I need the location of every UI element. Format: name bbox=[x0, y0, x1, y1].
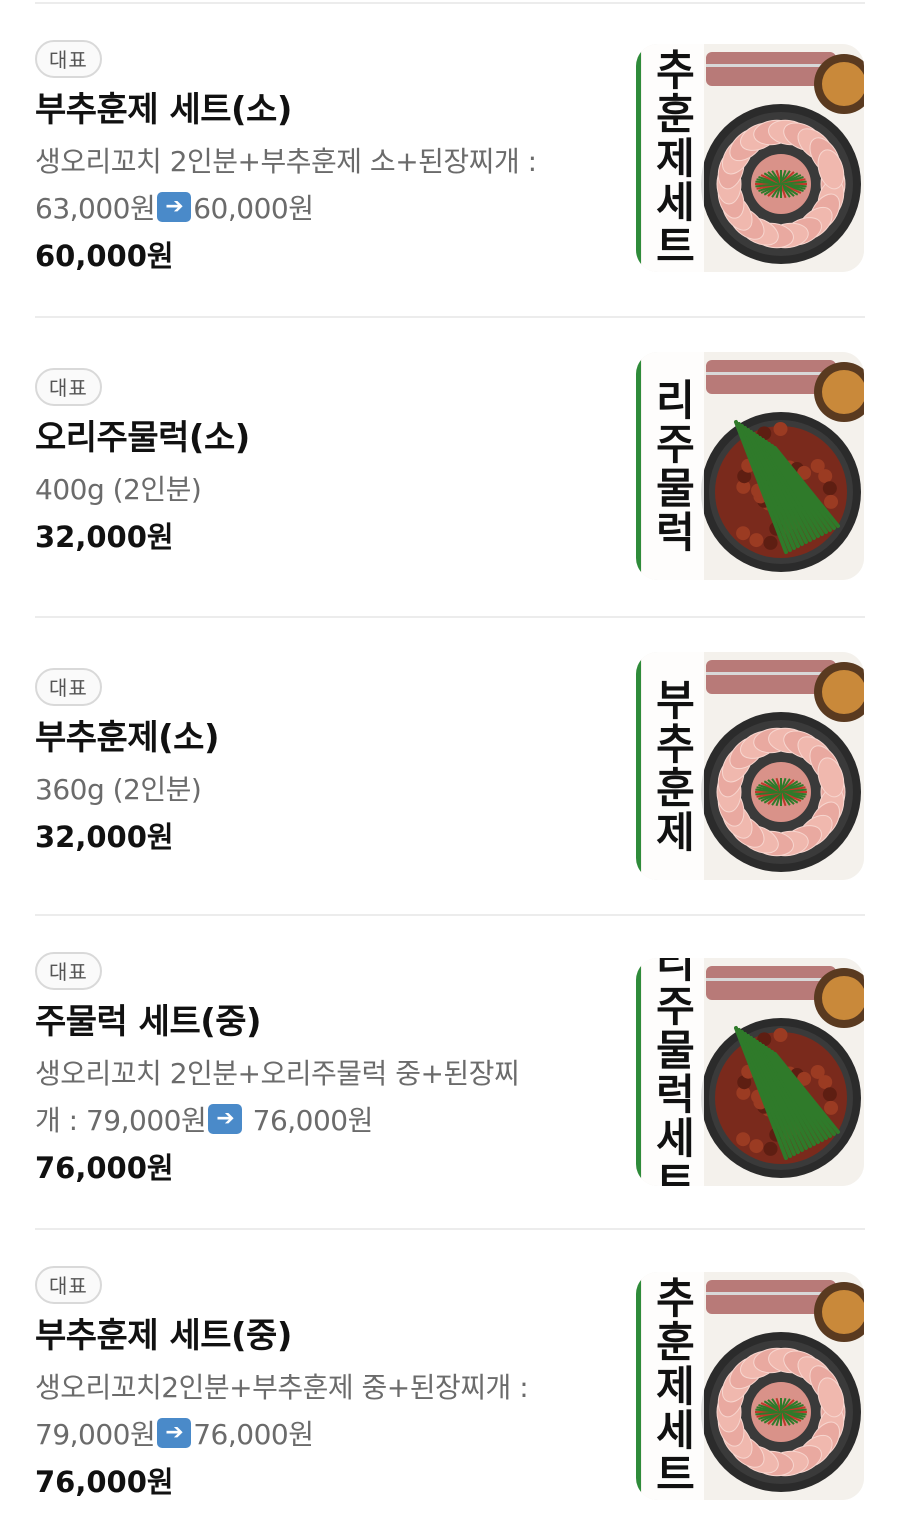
menu-item-price: 60,000원 bbox=[35, 239, 174, 273]
menu-item-image[interactable]: 추훈제세트 bbox=[636, 1272, 864, 1500]
description-text: 생오리꼬치 2인분+부추훈제 소+된장찌개 : bbox=[35, 145, 537, 178]
menu-item-spicy-duck-small[interactable]: 대표 오리주물럭(소) 400g (2인분) 32,000원 리주물럭 bbox=[0, 318, 900, 618]
menu-item-price: 76,000원 bbox=[35, 1465, 174, 1499]
original-price-text: 개 : 79,000원 bbox=[35, 1104, 207, 1137]
menu-item-smoked-duck-set-small[interactable]: 대표 부추훈제 세트(소) 생오리꼬치 2인분+부추훈제 소+된장찌개 : 63… bbox=[0, 0, 900, 318]
menu-item-price: 32,000원 bbox=[35, 520, 174, 554]
description-text: 생오리꼬치 2인분+오리주물럭 중+된장찌 bbox=[35, 1057, 520, 1090]
menu-item-smoked-duck-small[interactable]: 대표 부추훈제(소) 360g (2인분) 32,000원 부추훈제 bbox=[0, 618, 900, 916]
menu-item-name: 부추훈제 세트(중) bbox=[35, 1316, 292, 1356]
menu-item-info: 대표 부추훈제 세트(중) 생오리꼬치2인분+부추훈제 중+된장찌개 : 79,… bbox=[35, 1266, 605, 1504]
menu-item-smoked-duck-set-medium[interactable]: 대표 부추훈제 세트(중) 생오리꼬치2인분+부추훈제 중+된장찌개 : 79,… bbox=[0, 1230, 900, 1516]
right-arrow-icon bbox=[157, 1418, 192, 1448]
menu-item-spicy-duck-set-medium[interactable]: 대표 주물럭 세트(중) 생오리꼬치 2인분+오리주물럭 중+된장찌 개 : 7… bbox=[0, 916, 900, 1230]
dish-title-lettering: 리주물럭 bbox=[648, 378, 697, 554]
menu-item-price: 32,000원 bbox=[35, 820, 174, 854]
signature-badge: 대표 bbox=[35, 952, 102, 990]
menu-item-info: 대표 주물럭 세트(중) 생오리꼬치 2인분+오리주물럭 중+된장찌 개 : 7… bbox=[35, 952, 605, 1190]
dish-title-lettering: 부추훈제 bbox=[648, 678, 697, 854]
description-text: 생오리꼬치2인분+부추훈제 중+된장찌개 : bbox=[35, 1371, 529, 1404]
menu-item-info: 대표 오리주물럭(소) 400g (2인분) 32,000원 bbox=[35, 368, 605, 559]
original-price-text: 63,000원 bbox=[35, 192, 156, 225]
menu-item-name: 오리주물럭(소) bbox=[35, 418, 250, 458]
menu-item-description: 360g (2인분) bbox=[35, 773, 202, 806]
menu-item-name: 부추훈제(소) bbox=[35, 718, 219, 758]
signature-badge: 대표 bbox=[35, 368, 102, 406]
dish-title-lettering: 추훈제세트 bbox=[648, 1276, 697, 1496]
menu-list: 대표 부추훈제 세트(소) 생오리꼬치 2인분+부추훈제 소+된장찌개 : 63… bbox=[0, 0, 900, 1516]
original-price-text: 79,000원 bbox=[35, 1418, 156, 1451]
menu-item-description: 400g (2인분) bbox=[35, 473, 202, 506]
menu-item-image[interactable]: 추훈제세트 bbox=[636, 44, 864, 272]
signature-badge: 대표 bbox=[35, 40, 102, 78]
dish-title-lettering: 리주물럭세트 bbox=[648, 958, 697, 1186]
menu-item-info: 대표 부추훈제 세트(소) 생오리꼬치 2인분+부추훈제 소+된장찌개 : 63… bbox=[35, 40, 605, 278]
discount-price-text: 76,000원 bbox=[244, 1104, 374, 1137]
menu-item-name: 주물럭 세트(중) bbox=[35, 1002, 262, 1042]
menu-item-image[interactable]: 리주물럭세트 bbox=[636, 958, 864, 1186]
menu-item-description: 생오리꼬치 2인분+오리주물럭 중+된장찌 개 : 79,000원 76,000… bbox=[35, 1050, 605, 1144]
menu-item-image[interactable]: 부추훈제 bbox=[636, 652, 864, 880]
discount-price-text: 60,000원 bbox=[193, 192, 314, 225]
right-arrow-icon bbox=[157, 192, 192, 222]
signature-badge: 대표 bbox=[35, 1266, 102, 1304]
right-arrow-icon bbox=[208, 1104, 243, 1134]
menu-item-description: 생오리꼬치 2인분+부추훈제 소+된장찌개 : 63,000원 60,000원 bbox=[35, 138, 605, 232]
menu-item-image[interactable]: 리주물럭 bbox=[636, 352, 864, 580]
discount-price-text: 76,000원 bbox=[193, 1418, 314, 1451]
menu-item-price: 76,000원 bbox=[35, 1151, 174, 1185]
dish-title-lettering: 추훈제세트 bbox=[648, 48, 697, 268]
menu-item-name: 부추훈제 세트(소) bbox=[35, 90, 292, 130]
menu-item-description: 생오리꼬치2인분+부추훈제 중+된장찌개 : 79,000원 76,000원 bbox=[35, 1364, 605, 1458]
menu-item-info: 대표 부추훈제(소) 360g (2인분) 32,000원 bbox=[35, 668, 605, 859]
signature-badge: 대표 bbox=[35, 668, 102, 706]
